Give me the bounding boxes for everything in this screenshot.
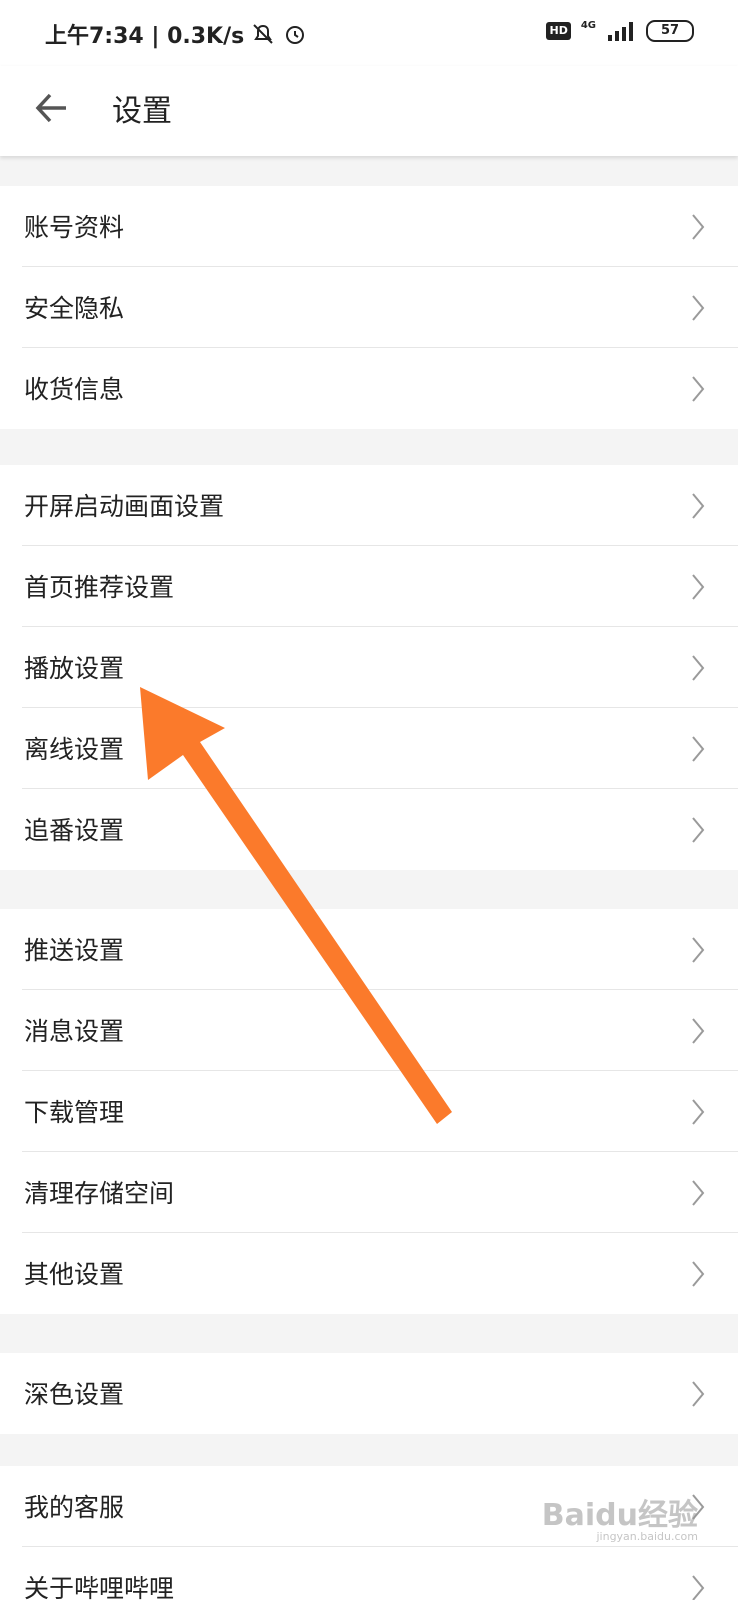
- app-header: 设置: [0, 66, 738, 156]
- chevron-right-icon: [692, 817, 705, 843]
- chevron-right-icon: [692, 736, 705, 762]
- settings-item-home-recommend[interactable]: 首页推荐设置: [0, 546, 738, 627]
- settings-item-label: 追番设置: [24, 816, 125, 845]
- settings-item-label: 其他设置: [24, 1260, 125, 1289]
- chevron-right-icon: [692, 655, 705, 681]
- watermark-url: jingyan.baidu.com: [596, 1530, 698, 1543]
- status-left: 上午7:34 | 0.3K/s: [45, 18, 308, 50]
- mute-icon: [253, 24, 273, 44]
- settings-item-other[interactable]: 其他设置: [0, 1233, 738, 1314]
- chevron-right-icon: [692, 376, 705, 402]
- settings-item-clear-storage[interactable]: 清理存储空间: [0, 1152, 738, 1233]
- settings-item-label: 首页推荐设置: [24, 573, 175, 602]
- chevron-right-icon: [692, 1018, 705, 1044]
- chevron-right-icon: [692, 1261, 705, 1287]
- settings-item-label: 下载管理: [24, 1098, 125, 1127]
- back-arrow-icon: [35, 93, 66, 123]
- settings-item-label: 清理存储空间: [24, 1179, 175, 1208]
- chevron-right-icon: [692, 1381, 705, 1407]
- settings-item-downloads[interactable]: 下载管理: [0, 1071, 738, 1152]
- back-button[interactable]: [30, 86, 74, 130]
- settings-item-label: 关于哔哩哔哩: [24, 1574, 175, 1600]
- chevron-right-icon: [692, 1575, 705, 1600]
- settings-item-push[interactable]: 推送设置: [0, 909, 738, 990]
- chevron-right-icon: [692, 214, 705, 240]
- chevron-right-icon: [692, 295, 705, 321]
- settings-item-account-info[interactable]: 账号资料: [0, 186, 738, 267]
- settings-item-label: 深色设置: [24, 1380, 125, 1409]
- settings-item-label: 离线设置: [24, 735, 125, 764]
- settings-item-playback[interactable]: 播放设置: [0, 627, 738, 708]
- hd-badge: HD: [546, 22, 571, 40]
- chevron-right-icon: [692, 1099, 705, 1125]
- watermark-logo: Baidu经验: [541, 1498, 698, 1533]
- status-bar: 上午7:34 | 0.3K/s HD 4G 57: [0, 0, 738, 66]
- settings-item-label: 开屏启动画面设置: [24, 492, 225, 521]
- settings-item-splash-screen[interactable]: 开屏启动画面设置: [0, 465, 738, 546]
- battery-indicator: 57: [646, 20, 694, 42]
- settings-item-label: 播放设置: [24, 654, 125, 683]
- alarm-icon: [286, 26, 305, 44]
- status-right: HD 4G 57: [546, 20, 694, 42]
- settings-item-dark-mode[interactable]: 深色设置: [0, 1353, 738, 1434]
- settings-group-account: 账号资料 安全隐私 收货信息: [0, 186, 738, 429]
- network-type: 4G: [580, 19, 596, 31]
- settings-group-content: 开屏启动画面设置 首页推荐设置 播放设置 离线设置 追番设置: [0, 465, 738, 870]
- settings-item-about[interactable]: 关于哔哩哔哩: [0, 1547, 738, 1600]
- chevron-right-icon: [692, 493, 705, 519]
- settings-group-system: 推送设置 消息设置 下载管理 清理存储空间 其他设置: [0, 909, 738, 1314]
- signal-icon: [608, 22, 633, 41]
- chevron-right-icon: [692, 1180, 705, 1206]
- settings-item-label: 账号资料: [24, 213, 125, 242]
- chevron-right-icon: [692, 937, 705, 963]
- settings-item-label: 安全隐私: [24, 294, 125, 323]
- settings-item-security-privacy[interactable]: 安全隐私: [0, 267, 738, 348]
- settings-item-label: 我的客服: [24, 1493, 125, 1522]
- status-time: 上午7:34 | 0.3K/s: [45, 24, 245, 49]
- settings-item-follow-anime[interactable]: 追番设置: [0, 789, 738, 870]
- settings-item-label: 推送设置: [24, 936, 125, 965]
- page-title: 设置: [112, 94, 172, 129]
- settings-item-offline[interactable]: 离线设置: [0, 708, 738, 789]
- settings-item-label: 收货信息: [24, 375, 125, 404]
- settings-item-shipping-info[interactable]: 收货信息: [0, 348, 738, 429]
- chevron-right-icon: [692, 574, 705, 600]
- settings-group-appearance: 深色设置: [0, 1353, 738, 1434]
- settings-item-messages[interactable]: 消息设置: [0, 990, 738, 1071]
- settings-item-label: 消息设置: [24, 1017, 125, 1046]
